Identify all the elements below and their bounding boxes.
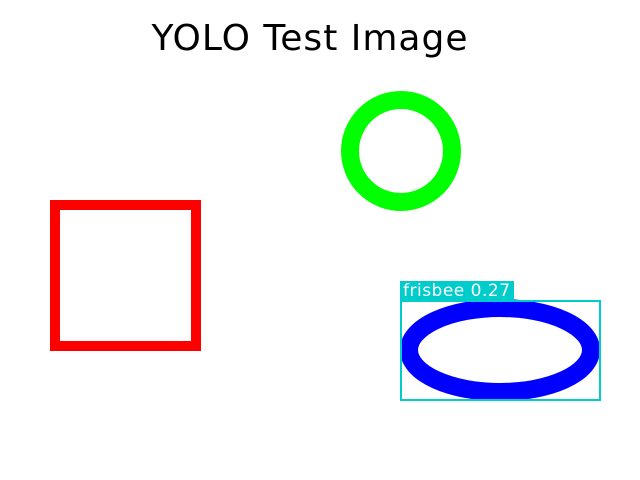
red-square-shape xyxy=(50,200,201,351)
detection-label: frisbee 0.27 xyxy=(400,281,514,301)
green-circle-shape xyxy=(341,91,461,211)
detection-bounding-box xyxy=(400,300,601,401)
shapes-layer xyxy=(50,91,600,401)
test-image-canvas: YOLO Test Image frisbee 0.27 xyxy=(0,0,640,480)
